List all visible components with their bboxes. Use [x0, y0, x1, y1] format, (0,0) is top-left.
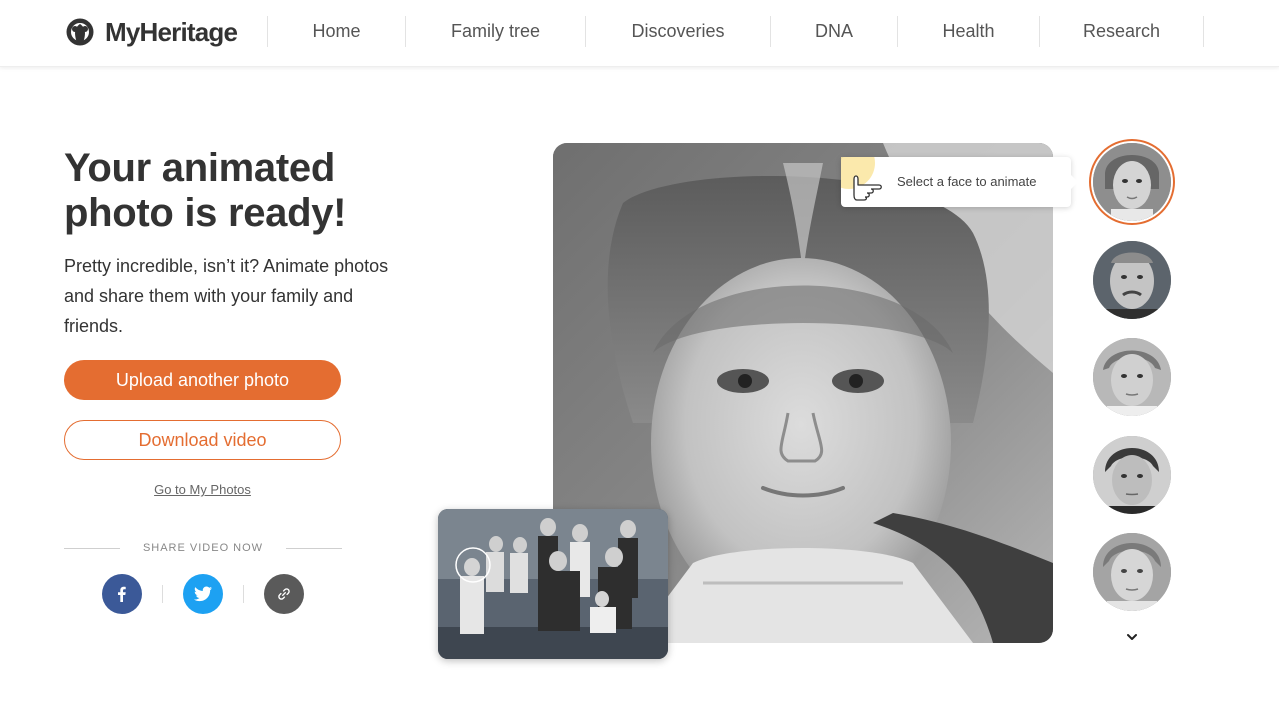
face-thumbnail-2: [1093, 241, 1171, 319]
face-option-2[interactable]: [1093, 241, 1171, 319]
face-thumbnail-4: [1093, 436, 1171, 514]
nav-home[interactable]: Home: [267, 16, 405, 47]
tooltip-text: Select a face to animate: [897, 174, 1037, 189]
share-line-left: [64, 547, 120, 549]
face-thumbnail-1: [1093, 143, 1171, 221]
share-twitter-button[interactable]: [183, 574, 223, 614]
copy-link-button[interactable]: [264, 574, 304, 614]
link-icon: [278, 588, 290, 600]
face-option-3[interactable]: [1093, 338, 1171, 416]
face-option-4[interactable]: [1093, 436, 1171, 514]
share-divider: SHARE VIDEO NOW: [64, 540, 342, 556]
social-separator: [243, 585, 244, 603]
group-photo-image: [438, 509, 668, 659]
main-nav: Home Family tree Discoveries DNA Health …: [267, 16, 1204, 47]
chevron-down-icon[interactable]: [1124, 630, 1140, 644]
share-line-right: [286, 547, 342, 549]
social-separator: [162, 585, 163, 603]
download-video-button[interactable]: Download video: [64, 420, 341, 460]
logo-mark-icon: [66, 18, 94, 46]
page-title-line-1: Your animated: [64, 146, 335, 190]
pointing-hand-icon: [841, 157, 882, 201]
page-description: Pretty incredible, isn’t it? Animate pho…: [64, 256, 389, 336]
go-to-my-photos-link[interactable]: Go to My Photos: [64, 482, 341, 497]
nav-discoveries[interactable]: Discoveries: [585, 16, 770, 47]
nav-family-tree[interactable]: Family tree: [405, 16, 585, 47]
nav-dna[interactable]: DNA: [770, 16, 897, 47]
page-title-line-2: photo is ready!: [64, 191, 347, 235]
face-thumbnail-3: [1093, 338, 1171, 416]
logo-text: MyHeritage: [105, 16, 238, 47]
share-label: SHARE VIDEO NOW: [142, 542, 264, 554]
page-title: Your animated photo is ready!: [64, 146, 444, 236]
site-header: MyHeritage Home Family tree Discoveries …: [0, 0, 1279, 67]
face-thumbnail-5: [1093, 533, 1171, 611]
twitter-icon: [194, 586, 212, 602]
upload-another-photo-button[interactable]: Upload another photo: [64, 360, 341, 400]
face-option-5[interactable]: [1093, 533, 1171, 611]
myheritage-logo[interactable]: MyHeritage: [65, 16, 238, 48]
nav-research[interactable]: Research: [1039, 16, 1204, 47]
nav-health[interactable]: Health: [897, 16, 1039, 47]
facebook-icon: [118, 586, 126, 602]
face-option-1[interactable]: [1093, 143, 1171, 221]
select-face-tooltip: Select a face to animate: [841, 157, 1078, 207]
share-facebook-button[interactable]: [102, 574, 142, 614]
original-photo-thumbnail[interactable]: [438, 509, 668, 659]
